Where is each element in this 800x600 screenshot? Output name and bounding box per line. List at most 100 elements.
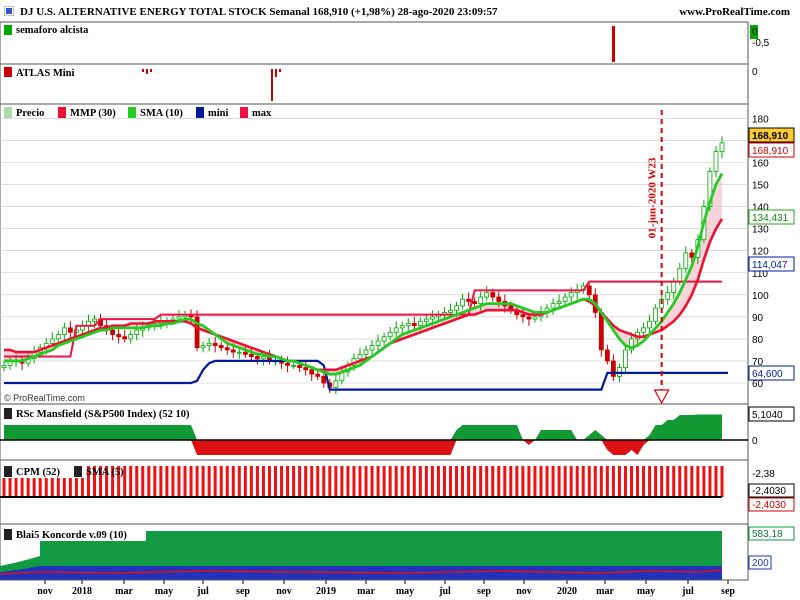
candle-body bbox=[315, 373, 321, 377]
atlas-tick-0: 0 bbox=[752, 67, 758, 78]
cpm-bar bbox=[219, 466, 223, 497]
atlas-bar bbox=[279, 69, 281, 72]
candle-body bbox=[586, 285, 592, 296]
candle-body bbox=[526, 316, 532, 320]
cpm-bar bbox=[310, 466, 314, 497]
cpm-bar bbox=[605, 466, 609, 497]
candle-body bbox=[369, 345, 375, 351]
candle-body bbox=[61, 327, 67, 335]
legend-sma[interactable]: SMA (10) bbox=[140, 108, 183, 119]
koncorde-badge-1: 200 bbox=[752, 558, 769, 569]
annotation-text: 01-jun-2020 W23 bbox=[647, 157, 659, 238]
semaforo-bar bbox=[612, 26, 615, 62]
cpm-bar bbox=[539, 466, 543, 497]
cpm-bar bbox=[328, 466, 332, 497]
candle-body bbox=[357, 353, 363, 360]
candle-body bbox=[604, 349, 610, 362]
cpm-bar bbox=[636, 466, 640, 497]
candle-body bbox=[429, 316, 435, 320]
cpm-bar bbox=[183, 466, 187, 497]
cpm-bar bbox=[261, 466, 265, 497]
cpm-bar bbox=[442, 466, 446, 497]
cpm-bar bbox=[629, 466, 633, 497]
cpm-bar bbox=[388, 466, 392, 497]
precio-legend-icon bbox=[4, 107, 12, 118]
candle-body bbox=[55, 334, 61, 340]
candle-body bbox=[261, 356, 266, 360]
sma-legend-icon bbox=[128, 107, 136, 118]
cpm-bar bbox=[304, 466, 308, 497]
atlas-legend-icon bbox=[4, 67, 12, 77]
cpm-bar bbox=[509, 466, 513, 497]
cpm-bar bbox=[340, 466, 344, 497]
x-tick-label: mar bbox=[115, 586, 133, 597]
cpm-bar bbox=[292, 466, 296, 497]
candle-body bbox=[520, 314, 526, 318]
atlas-bar bbox=[271, 69, 273, 101]
cpm-bar bbox=[533, 466, 537, 497]
legend-mmp[interactable]: MMP (30) bbox=[70, 108, 116, 119]
candle-body bbox=[236, 351, 242, 354]
koncorde-badge-0: 583,18 bbox=[752, 529, 783, 540]
candle-body bbox=[122, 336, 128, 340]
cpm-bar bbox=[255, 466, 259, 497]
cpm-bar bbox=[569, 466, 573, 497]
cpm-bar bbox=[376, 466, 380, 497]
koncorde-panel[interactable]: Blai5 Koncorde v.09 (10) 583,18 200 bbox=[0, 526, 795, 580]
cpm-bar bbox=[479, 466, 483, 497]
cpm-bar bbox=[473, 466, 477, 497]
candle-body bbox=[568, 292, 574, 298]
chart-svg[interactable]: semaforo alcista 0 -0,5 ATLAS Mini 0 180… bbox=[0, 0, 800, 600]
cpm-legend-icon bbox=[4, 466, 12, 477]
candle-body bbox=[297, 364, 303, 368]
candle-body bbox=[423, 318, 429, 322]
candle-body bbox=[496, 296, 502, 302]
cpm-sma-legend-icon bbox=[74, 466, 82, 477]
legend-mini[interactable]: mini bbox=[208, 108, 229, 119]
candle-body bbox=[134, 329, 140, 335]
x-tick-label: nov bbox=[516, 586, 532, 597]
cpm-bar bbox=[213, 466, 217, 497]
legend-max[interactable]: max bbox=[252, 108, 272, 119]
legend-precio[interactable]: Precio bbox=[16, 108, 44, 119]
cpm-badge-1: -2,4030 bbox=[752, 500, 786, 511]
cpm-bar bbox=[581, 466, 585, 497]
candle-body bbox=[683, 252, 689, 269]
candle-body bbox=[460, 298, 465, 307]
candle-body bbox=[67, 327, 73, 333]
cpm-bar bbox=[274, 466, 278, 497]
candle-body bbox=[375, 340, 381, 346]
cpm-bar bbox=[406, 466, 410, 497]
atlas-label: ATLAS Mini bbox=[16, 68, 75, 79]
atlas-bar bbox=[142, 69, 144, 72]
cpm-bar bbox=[237, 466, 241, 497]
candle-body bbox=[218, 345, 224, 349]
cpm-bar bbox=[171, 466, 175, 497]
cpm-bar bbox=[201, 466, 205, 497]
candle-body bbox=[562, 296, 568, 302]
candle-body bbox=[363, 349, 369, 355]
cpm-bar bbox=[684, 466, 688, 497]
cpm-bar bbox=[382, 466, 386, 497]
candle-body bbox=[677, 267, 683, 282]
cpm-bar bbox=[702, 466, 706, 497]
cpm-bar bbox=[527, 466, 531, 497]
candle-body bbox=[466, 298, 471, 302]
cpm-bar bbox=[491, 466, 495, 497]
x-tick-label: jul bbox=[196, 586, 209, 597]
cpm-bar bbox=[412, 466, 416, 497]
x-tick-label: nov bbox=[276, 586, 292, 597]
candle-body bbox=[689, 252, 695, 258]
cpm-bar bbox=[358, 466, 362, 497]
candle-body bbox=[206, 342, 212, 346]
cpm-bar bbox=[696, 466, 700, 497]
candle-body bbox=[248, 353, 254, 357]
cpm-bar bbox=[461, 466, 465, 497]
cpm-bar bbox=[267, 466, 271, 497]
price-tick-label: 100 bbox=[752, 291, 769, 302]
cpm-bar bbox=[129, 466, 133, 497]
x-tick-label: jul bbox=[438, 586, 451, 597]
candle-body bbox=[176, 316, 182, 320]
x-tick-label: 2020 bbox=[557, 586, 577, 597]
candle-body bbox=[478, 296, 484, 305]
